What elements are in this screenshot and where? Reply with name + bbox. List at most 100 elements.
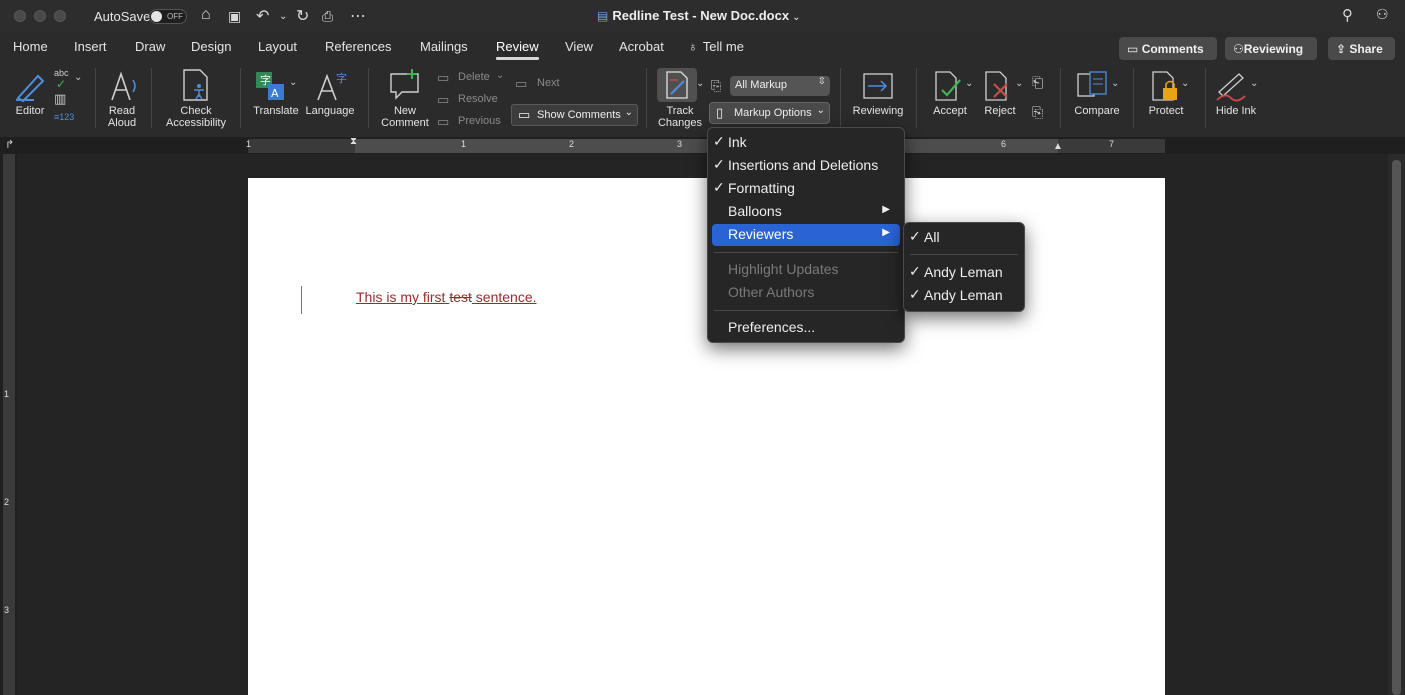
reviewer-item[interactable]: ✓ Andy Leman	[908, 285, 1020, 307]
tab-home[interactable]: Home	[13, 39, 48, 54]
reviewer-item-all[interactable]: ✓ All	[908, 227, 1020, 249]
vertical-scrollbar[interactable]	[1392, 160, 1401, 695]
chevron-down-icon[interactable]: ⌄	[496, 70, 504, 81]
check-accessibility-line2: Accessibility	[166, 117, 226, 129]
protect-icon[interactable]	[1150, 70, 1180, 102]
tab-review[interactable]: Review	[496, 39, 539, 60]
editor-label[interactable]: Editor	[10, 105, 50, 117]
track-changes-label[interactable]: Track Changes	[654, 105, 706, 129]
chevron-down-icon[interactable]: ⌄	[696, 78, 704, 89]
zoom-window-button[interactable]	[54, 10, 66, 22]
right-indent-marker[interactable]: ▲	[1053, 141, 1063, 152]
compare-label[interactable]: Compare	[1070, 105, 1124, 117]
reviewer-item[interactable]: ✓ Andy Leman	[908, 262, 1020, 284]
next-comment-button[interactable]: Next	[537, 77, 560, 89]
redo-icon[interactable]: ↻	[296, 6, 309, 26]
undo-icon[interactable]: ↶	[256, 6, 269, 26]
account-icon[interactable]: ⚇	[1376, 6, 1389, 23]
reviewing-pane-label[interactable]: Reviewing	[849, 105, 907, 117]
new-comment-line2: Comment	[381, 117, 429, 129]
show-comments-label: Show Comments	[537, 109, 621, 121]
reject-icon[interactable]	[983, 70, 1013, 102]
accessibility-icon[interactable]	[181, 68, 211, 102]
accept-icon[interactable]	[933, 70, 963, 102]
checkmark-icon: ✓	[713, 156, 725, 172]
first-line-indent-marker[interactable]: ⧗	[350, 136, 357, 147]
close-window-button[interactable]	[14, 10, 26, 22]
translate-label[interactable]: Translate	[251, 105, 301, 117]
minimize-window-button[interactable]	[34, 10, 46, 22]
print-icon[interactable]: ⎙	[322, 8, 333, 25]
tell-me-search[interactable]: ♁ Tell me	[688, 39, 744, 54]
reject-label[interactable]: Reject	[980, 105, 1020, 117]
next-change-icon[interactable]: ⎘	[1032, 104, 1043, 121]
more-icon[interactable]: ⋯	[350, 6, 366, 26]
autosave-toggle[interactable]: OFF	[149, 9, 187, 24]
language-label[interactable]: Language	[303, 105, 357, 117]
read-aloud-line2: Aloud	[107, 117, 137, 129]
track-changes-icon[interactable]	[664, 70, 692, 100]
markup-options-button[interactable]: ▯ Markup Options ⌄	[709, 102, 830, 124]
menu-item-balloons[interactable]: Balloons ▶	[712, 201, 900, 223]
delete-comment-button[interactable]: Delete	[458, 71, 490, 83]
comments-button[interactable]: ▭ Comments	[1119, 37, 1217, 60]
tab-acrobat[interactable]: Acrobat	[619, 39, 664, 54]
tab-stop-icon[interactable]: ↱	[5, 138, 14, 151]
word-count-icon[interactable]: ≡123	[54, 112, 74, 122]
ribbon-divider	[95, 68, 96, 128]
hide-ink-icon[interactable]	[1215, 70, 1247, 102]
chevron-down-icon[interactable]: ⌄	[74, 72, 82, 83]
document-icon: ▯	[716, 105, 724, 120]
menu-item-label: Formatting	[728, 180, 795, 196]
chevron-down-icon[interactable]: ⌄	[1015, 78, 1023, 89]
menu-item-formatting[interactable]: ✓ Formatting	[712, 178, 900, 200]
accept-label[interactable]: Accept	[927, 105, 973, 117]
reviewing-pane-icon[interactable]	[862, 72, 894, 100]
undo-chevron-icon[interactable]: ⌄	[279, 11, 287, 22]
new-comment-label[interactable]: New Comment	[378, 105, 432, 129]
document-title[interactable]: ▤ Redline Test - New Doc.docx ⌄	[597, 8, 800, 23]
resolve-comment-button[interactable]: Resolve	[458, 93, 498, 105]
share-button[interactable]: ⇪ Share	[1328, 37, 1395, 60]
menu-item-ink[interactable]: ✓ Ink	[712, 132, 900, 154]
language-icon[interactable]: 字	[315, 70, 347, 102]
chevron-down-icon[interactable]: ⌄	[965, 78, 973, 89]
search-icon[interactable]: ⚲	[1342, 6, 1353, 24]
check-accessibility-label[interactable]: Check Accessibility	[160, 105, 232, 129]
previous-change-icon[interactable]: ⎗	[1032, 74, 1043, 91]
thesaurus-icon[interactable]: ▥	[54, 91, 66, 107]
tab-design[interactable]: Design	[191, 39, 231, 54]
read-aloud-icon[interactable]	[108, 70, 140, 102]
tab-view[interactable]: View	[565, 39, 593, 54]
tab-insert[interactable]: Insert	[74, 39, 107, 54]
chevron-down-icon[interactable]: ⌄	[289, 77, 297, 88]
menu-item-label: Andy Leman	[924, 287, 1003, 303]
tab-layout[interactable]: Layout	[258, 39, 297, 54]
previous-comment-button[interactable]: Previous	[458, 115, 501, 127]
tab-references[interactable]: References	[325, 39, 391, 54]
tab-draw[interactable]: Draw	[135, 39, 165, 54]
new-comment-icon[interactable]	[388, 68, 422, 102]
save-icon[interactable]: ▣	[228, 8, 241, 25]
autosave-state: OFF	[167, 12, 183, 21]
chevron-down-icon[interactable]: ⌄	[1250, 78, 1258, 89]
read-aloud-label[interactable]: Read Aloud	[101, 105, 143, 129]
show-comments-button[interactable]: ▭ Show Comments ⌄	[511, 104, 638, 126]
chevron-down-icon[interactable]: ⌄	[1181, 78, 1189, 89]
menu-item-preferences[interactable]: Preferences...	[712, 317, 900, 339]
editor-icon[interactable]	[14, 70, 46, 102]
menu-item-reviewers[interactable]: Reviewers ▶	[712, 224, 900, 246]
translate-icon[interactable]: 字 A	[254, 70, 288, 102]
vertical-ruler[interactable]: 1 2 3	[0, 154, 17, 695]
protect-label[interactable]: Protect	[1143, 105, 1189, 117]
hide-ink-label[interactable]: Hide Ink	[1210, 105, 1262, 117]
home-icon[interactable]: ⌂	[201, 6, 211, 24]
document-paragraph[interactable]: This is my first test sentence.	[356, 289, 537, 305]
delete-comment-icon: ▭	[437, 70, 450, 85]
display-for-review-select[interactable]: All Markup ⇳	[730, 76, 830, 96]
reviewing-button[interactable]: ⚇Reviewing	[1225, 37, 1317, 60]
tab-mailings[interactable]: Mailings	[420, 39, 468, 54]
chevron-down-icon[interactable]: ⌄	[1111, 78, 1119, 89]
menu-item-insertions-deletions[interactable]: ✓ Insertions and Deletions	[712, 155, 900, 177]
compare-icon[interactable]	[1076, 70, 1110, 102]
